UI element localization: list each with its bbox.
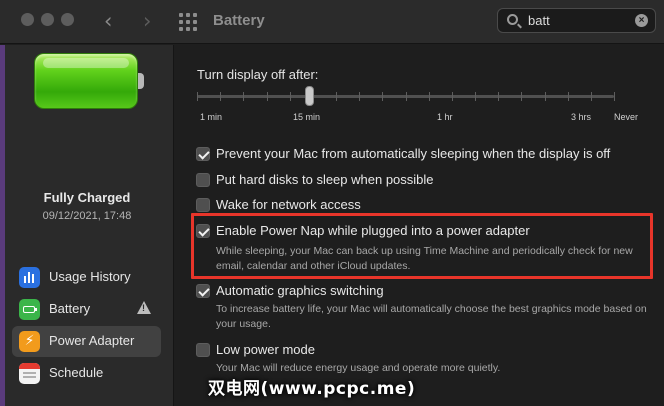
slider-tick (359, 92, 360, 101)
battery-status: Fully Charged (43, 190, 131, 205)
graphics-switching-checkbox[interactable] (196, 284, 210, 298)
sidebar-item-usage-history[interactable]: Usage History (12, 262, 161, 293)
power-nap-checkbox[interactable] (196, 224, 210, 238)
slider-tick (429, 92, 430, 101)
slider-tick (243, 92, 244, 101)
slider-tick (290, 92, 291, 101)
window-title: Battery (213, 12, 265, 29)
power-adapter-icon: ⚡ (19, 331, 40, 352)
tick-label: 15 min (293, 112, 321, 122)
title-bar: ‹ › Battery batt × (0, 0, 664, 44)
slider-tick (475, 92, 476, 101)
wake-network-label: Wake for network access (216, 197, 361, 212)
close-window-button[interactable] (21, 13, 34, 26)
slider-tick (336, 92, 337, 101)
graphics-switching-description: To increase battery life, your Mac will … (216, 303, 647, 330)
clear-icon[interactable]: × (635, 14, 648, 27)
slider-tick (382, 92, 383, 101)
display-off-label: Turn display off after: (197, 67, 319, 82)
slider-tick (614, 92, 615, 101)
sidebar-item-schedule[interactable]: Schedule (12, 358, 161, 389)
schedule-icon (19, 363, 40, 384)
power-nap-label: Enable Power Nap while plugged into a po… (216, 223, 530, 238)
slider-tick (545, 92, 546, 101)
slider-tick (452, 92, 453, 101)
sidebar-item-battery[interactable]: Battery (12, 294, 161, 325)
slider-tick (267, 92, 268, 101)
sidebar-item-power-adapter[interactable]: ⚡ Power Adapter (12, 326, 161, 357)
window-edge (0, 45, 5, 406)
minimize-window-button[interactable] (41, 13, 54, 26)
show-all-grid-icon[interactable] (179, 13, 197, 31)
watermark-text: 双电网(www.pcpc.me) (208, 379, 416, 399)
prevent-sleep-checkbox[interactable] (196, 147, 210, 161)
slider-tick (591, 92, 592, 101)
power-nap-description: While sleeping, your Mac can back up usi… (216, 245, 633, 272)
low-power-checkbox[interactable] (196, 343, 210, 357)
battery-status-date: 09/12/2021, 17:48 (42, 210, 132, 222)
slider-tick (521, 92, 522, 101)
search-icon (507, 14, 518, 25)
slider-tick (498, 92, 499, 101)
search-field[interactable]: batt × (497, 8, 656, 33)
sidebar-item-label: Schedule (49, 365, 104, 380)
tick-label: 1 min (200, 112, 223, 122)
disk-sleep-checkbox[interactable] (196, 173, 210, 187)
chevron-right-icon[interactable]: › (143, 9, 151, 33)
warning-icon (137, 301, 151, 314)
slider-tick (220, 92, 221, 101)
usage-history-icon (19, 267, 40, 288)
graphics-switching-label: Automatic graphics switching (216, 283, 384, 298)
sidebar-item-label: Power Adapter (49, 333, 135, 348)
slider-tick (568, 92, 569, 101)
tick-label: Never (614, 112, 639, 122)
prevent-sleep-label: Prevent your Mac from automatically slee… (216, 146, 611, 161)
search-input[interactable]: batt (528, 13, 550, 28)
tick-label: 1 hr (437, 112, 453, 122)
slider-tick (406, 92, 407, 101)
zoom-window-button[interactable] (61, 13, 74, 26)
battery-icon (19, 299, 40, 320)
low-power-label: Low power mode (216, 342, 315, 357)
chevron-left-icon[interactable]: ‹ (104, 9, 112, 33)
disk-sleep-label: Put hard disks to sleep when possible (216, 172, 434, 187)
sidebar-item-label: Usage History (49, 269, 131, 284)
slider-tick (197, 92, 198, 101)
tick-label: 3 hrs (571, 112, 592, 122)
slider-knob[interactable] (305, 86, 314, 106)
wake-network-checkbox[interactable] (196, 198, 210, 212)
sidebar-item-label: Battery (49, 301, 91, 316)
